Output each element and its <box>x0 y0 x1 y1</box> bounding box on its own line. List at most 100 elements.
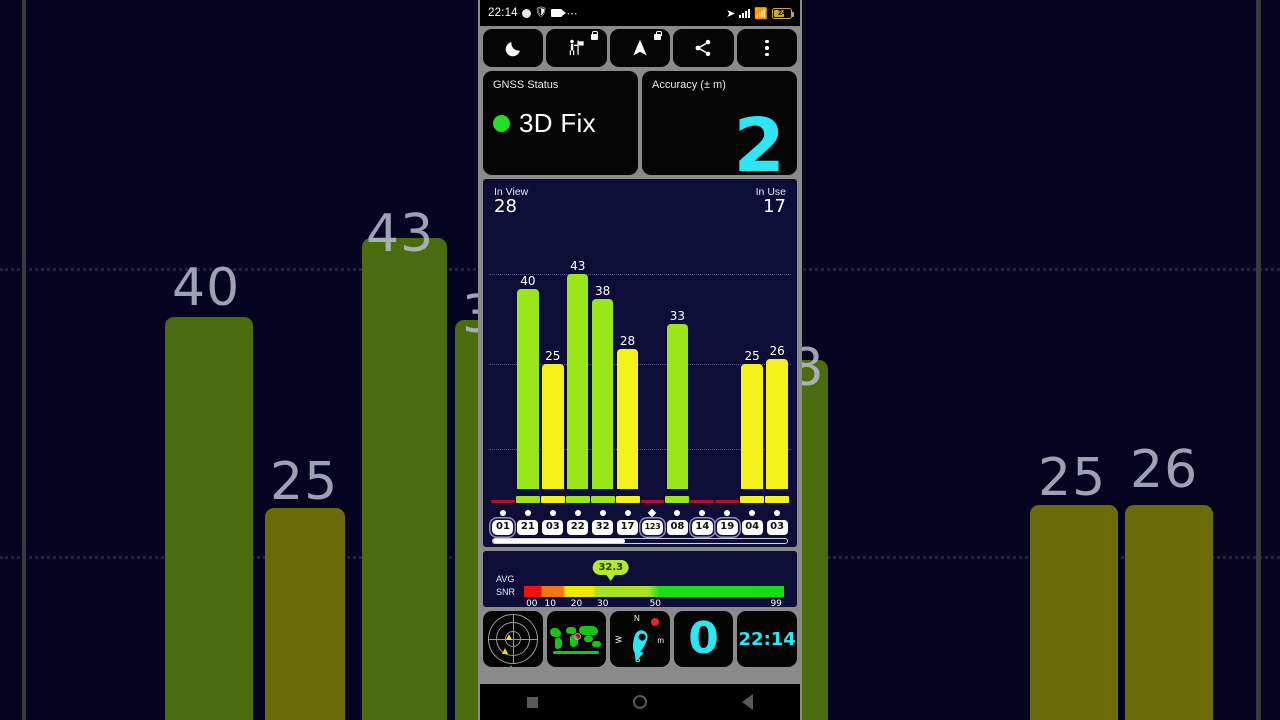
background-bar-label: 40 <box>172 258 241 318</box>
satellite-id-row[interactable]: 01 21 03 22 32 17 123 08 14 19 04 03 <box>491 520 789 535</box>
satellite-chip-cell[interactable]: 19 <box>715 520 739 535</box>
gnss-status-card[interactable]: GNSS Status 3D Fix <box>483 71 638 175</box>
android-status-bar: 22:14 🛡 ⋯ ➤ 📶 24 <box>480 0 800 26</box>
chart-bar-label: 33 <box>669 309 686 323</box>
satellite-chip-cell[interactable]: 03 <box>765 520 789 535</box>
satellite-id-chip[interactable]: 03 <box>766 520 788 535</box>
chart-bar <box>766 359 788 489</box>
night-mode-button[interactable] <box>483 29 544 67</box>
circle-marker-icon <box>599 510 606 516</box>
chart-column[interactable]: 43 <box>566 239 590 489</box>
marker-cell <box>491 508 515 518</box>
overflow-dots-icon: ⋯ <box>566 7 579 20</box>
satellite-id-chip[interactable]: 03 <box>542 520 564 535</box>
satellite-chip-cell[interactable]: 17 <box>616 520 640 535</box>
satellite-id-chip[interactable]: 32 <box>592 520 614 535</box>
chart-column[interactable] <box>491 239 515 489</box>
chart-column[interactable] <box>715 239 739 489</box>
satellite-id-chip[interactable]: 04 <box>741 520 763 535</box>
satellite-chip-cell[interactable]: 04 <box>740 520 764 535</box>
satellite-id-chip[interactable]: 22 <box>567 520 589 535</box>
chart-horizontal-scrollbar[interactable] <box>492 538 788 544</box>
recents-button[interactable] <box>527 696 539 708</box>
circle-marker-icon <box>724 510 731 516</box>
snr-gradient-bar <box>524 586 784 597</box>
satellite-chip-cell[interactable]: 123 <box>641 520 665 535</box>
phone-frame: 22:14 🛡 ⋯ ➤ 📶 24 GNSS Status 3D Fix Accu… <box>478 0 802 720</box>
location-arrow-icon: ➤ <box>726 7 736 20</box>
marker-cell <box>765 508 789 518</box>
satellite-chip-cell[interactable]: 21 <box>516 520 540 535</box>
chart-column[interactable]: 25 <box>541 239 565 489</box>
compass-icon: N S W m <box>614 613 666 665</box>
marker-cell <box>566 508 590 518</box>
satellite-chip-cell[interactable]: 01 <box>491 520 515 535</box>
satellite-id-chip[interactable]: 01 <box>492 520 514 535</box>
satellite-chip-cell[interactable]: 14 <box>690 520 714 535</box>
marker-cell <box>641 508 665 518</box>
signal-segment <box>540 496 565 503</box>
home-button[interactable] <box>632 695 647 709</box>
chart-column[interactable]: 40 <box>516 239 540 489</box>
chart-bar <box>542 364 564 489</box>
chart-column[interactable]: 33 <box>665 239 689 489</box>
clock-button[interactable]: 22:14 <box>737 611 797 667</box>
chart-column[interactable] <box>690 239 714 489</box>
snr-tick: 20 <box>570 599 583 609</box>
speed-button[interactable]: 0 <box>673 611 734 667</box>
bottom-toolbar: N S W m 0 22:14 <box>483 611 797 671</box>
navigation-button[interactable] <box>609 29 671 67</box>
satellite-chip-cell[interactable]: 03 <box>541 520 565 535</box>
back-button[interactable] <box>741 694 753 710</box>
satellite-chip-cell[interactable]: 22 <box>566 520 590 535</box>
accuracy-card[interactable]: Accuracy (± m) 2 <box>642 71 797 175</box>
signal-segment <box>765 496 790 503</box>
fix-status-value: 3D Fix <box>519 108 596 138</box>
compass-button[interactable]: N S W m <box>610 611 670 667</box>
satellite-id-chip[interactable]: 19 <box>716 520 738 535</box>
satellite-id-chip[interactable]: 21 <box>517 520 539 535</box>
marker-cell <box>516 508 540 518</box>
chart-column[interactable]: 25 <box>740 239 764 489</box>
satellite-chip-cell[interactable]: 08 <box>665 520 689 535</box>
signal-segment <box>640 500 665 503</box>
compass-marker-icon <box>650 618 659 626</box>
scrollbar-thumb[interactable] <box>493 539 626 543</box>
satellite-chip-cell[interactable]: 32 <box>591 520 615 535</box>
overflow-menu-button[interactable] <box>736 29 798 67</box>
chart-bar <box>666 324 689 489</box>
satellite-id-chip[interactable]: 123 <box>641 520 664 535</box>
app-content: GNSS Status 3D Fix Accuracy (± m) 2 In V… <box>480 69 800 671</box>
chart-column[interactable]: 28 <box>616 239 640 489</box>
navigation-arrow-icon <box>633 39 647 56</box>
landmark-button[interactable] <box>546 29 607 67</box>
satellite-marker-row <box>491 508 789 518</box>
chart-column[interactable] <box>641 239 665 489</box>
wifi-icon: 📶 <box>754 7 768 20</box>
snr-labels: AVG SNR <box>496 573 522 599</box>
in-use-value: 17 <box>763 196 786 217</box>
snr-tick: 00 <box>526 599 538 609</box>
chart-column[interactable]: 26 <box>765 239 789 489</box>
satellite-id-chip[interactable]: 17 <box>617 520 639 535</box>
snr-tick: 99 <box>770 599 782 609</box>
chart-bar-columns: 40 25 43 38 28 33 25 26 <box>491 239 789 489</box>
background-bar-label: 43 <box>366 204 435 264</box>
camera-icon <box>551 9 567 17</box>
accuracy-title: Accuracy (± m) <box>652 79 726 91</box>
share-button[interactable] <box>673 29 734 67</box>
snr-tick: 10 <box>544 599 556 609</box>
chart-column[interactable]: 38 <box>591 239 615 489</box>
signal-segment <box>690 500 715 503</box>
chart-bar <box>566 274 589 489</box>
circle-marker-icon <box>699 510 706 516</box>
sky-view-button[interactable] <box>483 611 543 667</box>
snr-tick: 30 <box>597 599 609 609</box>
circle-marker-icon <box>674 510 681 516</box>
marker-cell <box>715 508 739 518</box>
satellite-chart-panel[interactable]: In View 28 In Use 17 40 25 43 38 28 33 25 26 01… <box>483 179 797 547</box>
satellite-id-chip[interactable]: 14 <box>691 520 713 535</box>
map-view-button[interactable] <box>546 611 607 667</box>
satellite-id-chip[interactable]: 08 <box>666 520 688 535</box>
map-current-location-icon <box>574 633 582 640</box>
